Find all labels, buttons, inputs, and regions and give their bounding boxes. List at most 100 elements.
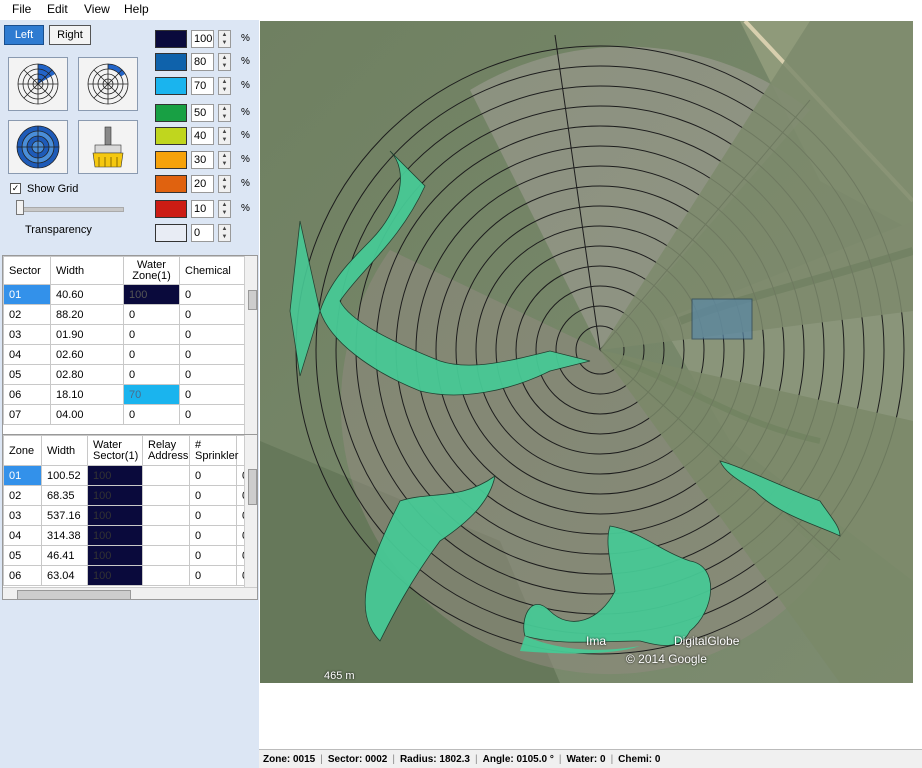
transparency-slider-thumb[interactable]	[16, 200, 24, 215]
sector-cell[interactable]: 04	[3, 344, 51, 365]
sector-cell[interactable]: 01	[3, 284, 51, 305]
sprinkler-cell[interactable]: 0	[189, 545, 237, 566]
width-cell[interactable]: 537.16	[41, 505, 88, 526]
color-swatch-20[interactable]	[155, 175, 187, 193]
water-sector-cell[interactable]: 100	[87, 505, 143, 526]
percent-field-40[interactable]: 40	[191, 127, 214, 145]
water-zone-cell[interactable]: 70	[123, 384, 180, 405]
menu-view[interactable]: View	[84, 2, 110, 16]
spinner-icon[interactable]: ▲ ▼	[218, 53, 231, 71]
table-row[interactable]: 01 40.60 100 0	[3, 284, 245, 305]
width-cell[interactable]: 04.00	[50, 404, 124, 425]
column-header[interactable]: Relay Address	[142, 435, 190, 466]
column-header[interactable]: Width	[41, 435, 88, 466]
chemical-cell[interactable]: 0	[179, 384, 245, 405]
menu-edit[interactable]: Edit	[47, 2, 68, 16]
water-sector-cell[interactable]: 100	[87, 565, 143, 586]
column-header[interactable]: Water Zone(1)	[123, 256, 180, 285]
spinner-icon[interactable]: ▲ ▼	[218, 224, 231, 242]
percent-field-50[interactable]: 50	[191, 104, 214, 122]
water-zone-cell[interactable]: 0	[123, 364, 180, 385]
right-button[interactable]: Right	[49, 25, 91, 45]
chemical-cell[interactable]: 0	[179, 284, 245, 305]
table-row[interactable]: 01 100.52 100 0 0	[3, 465, 254, 486]
chemical-cell[interactable]: 0	[179, 344, 245, 365]
relay-address-cell[interactable]	[142, 465, 190, 486]
sector-cell[interactable]: 03	[3, 324, 51, 345]
water-sector-cell[interactable]: 100	[87, 545, 143, 566]
sector-select-button[interactable]	[8, 57, 68, 111]
chemical-cell[interactable]: 0	[179, 324, 245, 345]
percent-field-30[interactable]: 30	[191, 151, 214, 169]
table-row[interactable]: 06 18.10 70 0	[3, 384, 245, 405]
width-cell[interactable]: 02.60	[50, 344, 124, 365]
zone-cell[interactable]: 05	[3, 545, 42, 566]
sector-table-scrollbar[interactable]	[244, 256, 257, 449]
width-cell[interactable]: 100.52	[41, 465, 88, 486]
paint-brush-button[interactable]	[78, 120, 138, 174]
table-row[interactable]: 03 01.90 0 0	[3, 324, 245, 345]
scroll-thumb[interactable]	[17, 590, 131, 599]
zone-cell[interactable]: 04	[3, 525, 42, 546]
map-view[interactable]: Ima DigitalGlobe © 2014 Google 465 m	[260, 21, 913, 683]
width-cell[interactable]: 02.80	[50, 364, 124, 385]
color-swatch-10[interactable]	[155, 200, 187, 218]
zone-cell[interactable]: 06	[3, 565, 42, 586]
water-sector-cell[interactable]: 100	[87, 465, 143, 486]
percent-field-20[interactable]: 20	[191, 175, 214, 193]
percent-field-0[interactable]: 0	[191, 224, 214, 242]
menu-file[interactable]: File	[12, 2, 31, 16]
percent-field-80[interactable]: 80	[191, 53, 214, 71]
show-grid-checkbox[interactable]: ✓	[10, 183, 21, 194]
sector-cell[interactable]: 05	[3, 364, 51, 385]
relay-address-cell[interactable]	[142, 545, 190, 566]
chemical-cell[interactable]: 0	[179, 304, 245, 325]
spinner-icon[interactable]: ▲ ▼	[218, 200, 231, 218]
width-cell[interactable]: 314.38	[41, 525, 88, 546]
zone-cell[interactable]: 02	[3, 485, 42, 506]
relay-address-cell[interactable]	[142, 565, 190, 586]
table-row[interactable]: 07 04.00 0 0	[3, 404, 245, 425]
sprinkler-cell[interactable]: 0	[189, 485, 237, 506]
color-swatch-70[interactable]	[155, 77, 187, 95]
menu-help[interactable]: Help	[124, 2, 149, 16]
width-cell[interactable]: 88.20	[50, 304, 124, 325]
spinner-icon[interactable]: ▲ ▼	[218, 104, 231, 122]
relay-address-cell[interactable]	[142, 525, 190, 546]
column-header[interactable]: Zone	[3, 435, 42, 466]
zone-fill-button[interactable]	[8, 120, 68, 174]
scroll-thumb[interactable]	[248, 469, 257, 505]
table-row[interactable]: 02 88.20 0 0	[3, 304, 245, 325]
sprinkler-cell[interactable]: 0	[189, 565, 237, 586]
percent-field-70[interactable]: 70	[191, 77, 214, 95]
water-zone-cell[interactable]: 0	[123, 344, 180, 365]
table-row[interactable]: 05 46.41 100 0 0	[3, 545, 254, 566]
zone-table-vscrollbar[interactable]	[244, 435, 257, 587]
zone-cell[interactable]: 03	[3, 505, 42, 526]
water-sector-cell[interactable]: 100	[87, 525, 143, 546]
sector-cell[interactable]: 06	[3, 384, 51, 405]
left-button[interactable]: Left	[4, 25, 44, 45]
color-swatch-30[interactable]	[155, 151, 187, 169]
table-row[interactable]: 02 68.35 100 0 0	[3, 485, 254, 506]
relay-address-cell[interactable]	[142, 505, 190, 526]
column-header[interactable]: Chemical	[179, 256, 245, 285]
spinner-icon[interactable]: ▲ ▼	[218, 151, 231, 169]
water-sector-cell[interactable]: 100	[87, 485, 143, 506]
chemical-cell[interactable]: 0	[179, 404, 245, 425]
selection-rect[interactable]	[691, 298, 753, 340]
width-cell[interactable]: 68.35	[41, 485, 88, 506]
width-cell[interactable]: 63.04	[41, 565, 88, 586]
table-row[interactable]: 05 02.80 0 0	[3, 364, 245, 385]
column-header[interactable]: Sector	[3, 256, 51, 285]
water-zone-cell[interactable]: 0	[123, 304, 180, 325]
sprinkler-cell[interactable]: 0	[189, 465, 237, 486]
table-row[interactable]: 06 63.04 100 0 0	[3, 565, 254, 586]
ring-select-button[interactable]	[78, 57, 138, 111]
table-row[interactable]: 03 537.16 100 0 0	[3, 505, 254, 526]
sector-cell[interactable]: 02	[3, 304, 51, 325]
width-cell[interactable]: 40.60	[50, 284, 124, 305]
column-header[interactable]: Water Sector(1)	[87, 435, 143, 466]
zone-table-hscrollbar[interactable]	[3, 587, 257, 599]
color-swatch-0[interactable]	[155, 224, 187, 242]
